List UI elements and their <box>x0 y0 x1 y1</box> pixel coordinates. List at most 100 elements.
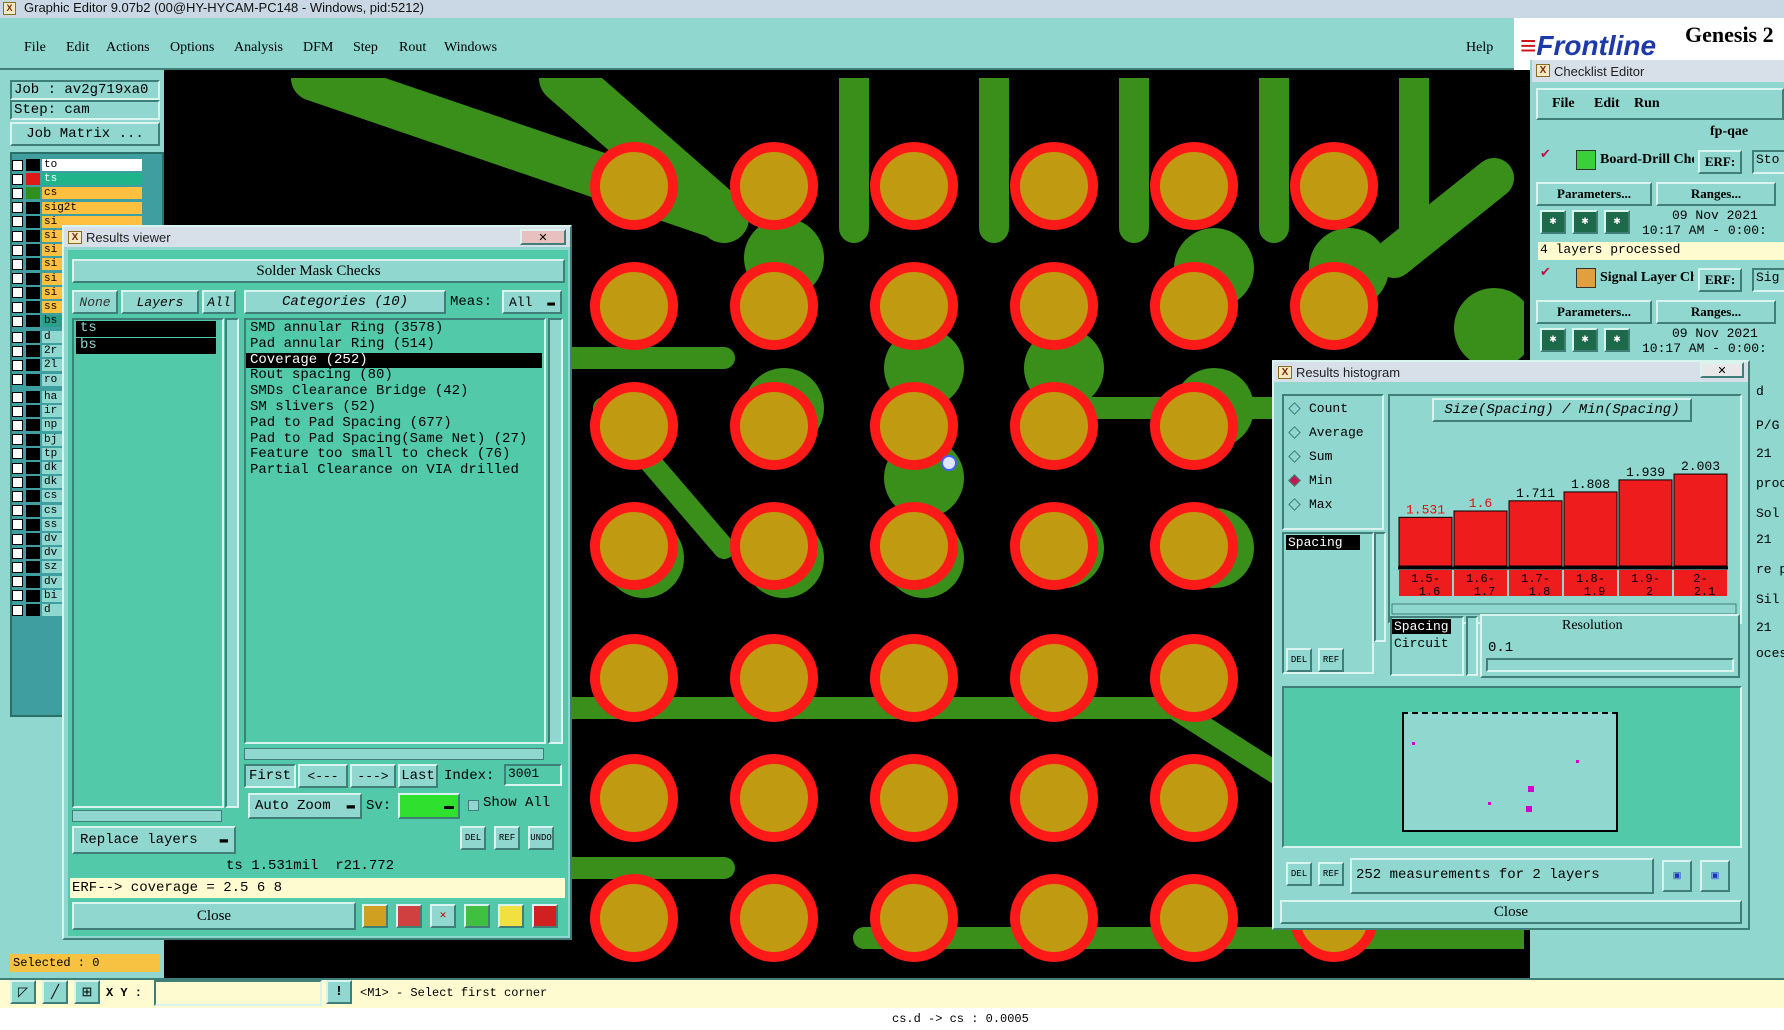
menu-rout[interactable]: Rout <box>399 40 426 56</box>
hist-zoom-icon[interactable]: ▣ <box>1700 860 1730 892</box>
sel-item-circuit[interactable]: Circuit <box>1392 636 1451 651</box>
erf-value[interactable]: Sto <box>1752 150 1784 174</box>
layer-checkbox[interactable] <box>12 519 23 531</box>
layer-checkbox[interactable] <box>12 561 23 573</box>
warning-icon[interactable]: ! <box>326 980 352 1004</box>
layer-view-icon[interactable] <box>362 904 388 928</box>
show-all-checkbox[interactable] <box>468 800 479 811</box>
mode-option-sum[interactable]: Sum <box>1284 444 1364 468</box>
layer-checkbox[interactable] <box>12 405 23 417</box>
histogram-bar[interactable] <box>1618 479 1673 567</box>
erf-button[interactable]: ERF: <box>1698 150 1742 174</box>
resolution-slider[interactable] <box>1486 658 1734 672</box>
erase-icon[interactable]: ✕ <box>430 904 456 928</box>
sv-color-dropdown[interactable]: ▬ <box>398 793 460 819</box>
histogram-hscroll[interactable] <box>1391 603 1737 615</box>
menu-analysis[interactable]: Analysis <box>234 40 283 56</box>
categories-scrollbar[interactable] <box>548 318 563 744</box>
menu-help[interactable]: Help <box>1466 40 1493 56</box>
category-item[interactable]: Pad annular Ring (514) <box>246 336 542 353</box>
xy-input[interactable] <box>154 980 322 1006</box>
layer-checkbox[interactable] <box>12 462 23 474</box>
mode-option-count[interactable]: Count <box>1284 396 1364 420</box>
ranges-button[interactable]: Ranges... <box>1656 300 1776 324</box>
category-item[interactable]: Coverage (252) <box>246 352 542 369</box>
results-close-button[interactable]: Close <box>72 902 356 930</box>
layer-checkbox[interactable] <box>12 287 23 299</box>
menu-file[interactable]: File <box>24 40 46 56</box>
layer-checkbox[interactable] <box>12 244 23 256</box>
del-button[interactable]: DEL <box>460 826 486 850</box>
report-icon[interactable] <box>396 904 422 928</box>
mode-option-min[interactable]: Min <box>1284 468 1364 492</box>
checklist-checkbox[interactable]: ✔ <box>1540 265 1554 280</box>
layer-checkbox[interactable] <box>12 434 23 446</box>
layer-checkbox[interactable] <box>12 301 23 313</box>
category-item[interactable]: Rout spacing (80) <box>246 368 542 384</box>
notes-icon[interactable] <box>498 904 524 928</box>
layer-checkbox[interactable] <box>12 345 23 357</box>
checklist-action-label[interactable]: Signal Layer Ch <box>1600 270 1694 286</box>
layer-checkbox[interactable] <box>12 547 23 559</box>
ranges-button[interactable]: Ranges... <box>1656 182 1776 206</box>
layer-checkbox[interactable] <box>12 576 23 588</box>
histogram-bar[interactable] <box>1563 491 1618 567</box>
next-button[interactable]: ---> <box>350 764 396 788</box>
parameters-button[interactable]: Parameters... <box>1536 182 1652 206</box>
layer-list-item[interactable]: ts <box>76 320 216 337</box>
run-icon[interactable]: ✱ <box>1572 210 1598 234</box>
layer-checkbox[interactable] <box>12 505 23 517</box>
erf-value[interactable]: Sig <box>1752 268 1784 292</box>
layer-checkbox[interactable] <box>12 590 23 602</box>
layer-checkbox[interactable] <box>12 331 23 343</box>
measure-scrollbar[interactable] <box>1374 532 1386 642</box>
run-icon[interactable]: ✱ <box>1540 328 1566 352</box>
board-preview[interactable] <box>1402 712 1618 832</box>
layer-checkbox[interactable] <box>12 359 23 371</box>
measure-item[interactable]: Spacing <box>1286 535 1360 550</box>
results-viewer-close-icon[interactable]: ✕ <box>520 229 566 245</box>
menu-windows[interactable]: Windows <box>444 40 497 56</box>
first-button[interactable]: First <box>244 764 296 788</box>
menu-edit[interactable]: Edit <box>66 40 89 56</box>
replace-layers-dropdown[interactable]: Replace layers ▬ <box>72 826 236 854</box>
layers-hscroll[interactable] <box>72 810 222 822</box>
histogram-close-button[interactable]: Close <box>1280 900 1742 924</box>
prev-button[interactable]: <--- <box>298 764 348 788</box>
layer-checkbox[interactable] <box>12 216 23 228</box>
ref-button[interactable]: REF <box>494 826 520 850</box>
layer-checkbox[interactable] <box>12 202 23 214</box>
hist-export-icon[interactable]: ▣ <box>1662 860 1692 892</box>
checklist-menu-edit[interactable]: Edit <box>1594 96 1620 112</box>
menu-actions[interactable]: Actions <box>106 40 150 56</box>
categories-button[interactable]: Categories (10) <box>244 290 446 314</box>
layer-checkbox[interactable] <box>12 230 23 242</box>
histogram-bar[interactable] <box>1453 510 1508 567</box>
layer-checkbox[interactable] <box>12 604 23 616</box>
layer-checkbox[interactable] <box>12 419 23 431</box>
category-item[interactable]: SM slivers (52) <box>246 399 542 416</box>
histogram-bar[interactable] <box>1508 500 1563 567</box>
layer-row[interactable]: to <box>12 158 142 172</box>
layer-row[interactable]: cs <box>12 186 142 200</box>
layer-checkbox[interactable] <box>12 374 23 386</box>
parameters-button[interactable]: Parameters... <box>1536 300 1652 324</box>
layer-checkbox[interactable] <box>12 533 23 545</box>
hist-ref-button-2[interactable]: REF <box>1318 862 1344 886</box>
menu-options[interactable]: Options <box>170 40 214 56</box>
checklist-action-label[interactable]: Board-Drill Che <box>1600 152 1694 168</box>
layer-checkbox[interactable] <box>12 448 23 460</box>
sel-item-spacing[interactable]: Spacing <box>1392 619 1451 634</box>
undo-button[interactable]: UNDO <box>528 826 554 850</box>
layer-list-item[interactable]: bs <box>76 337 216 354</box>
layer-checkbox[interactable] <box>12 173 23 185</box>
layer-checkbox[interactable] <box>12 187 23 199</box>
histogram-bar[interactable] <box>1673 473 1728 567</box>
histogram-close-icon[interactable]: ✕ <box>1700 362 1744 378</box>
histogram-icon[interactable] <box>532 904 558 928</box>
categories-hscroll[interactable] <box>244 748 544 760</box>
index-input[interactable]: 3001 <box>504 764 562 786</box>
hist-del-button-2[interactable]: DEL <box>1286 862 1312 886</box>
run-icon[interactable]: ✱ <box>1572 328 1598 352</box>
layers-button[interactable]: Layers <box>121 290 199 314</box>
